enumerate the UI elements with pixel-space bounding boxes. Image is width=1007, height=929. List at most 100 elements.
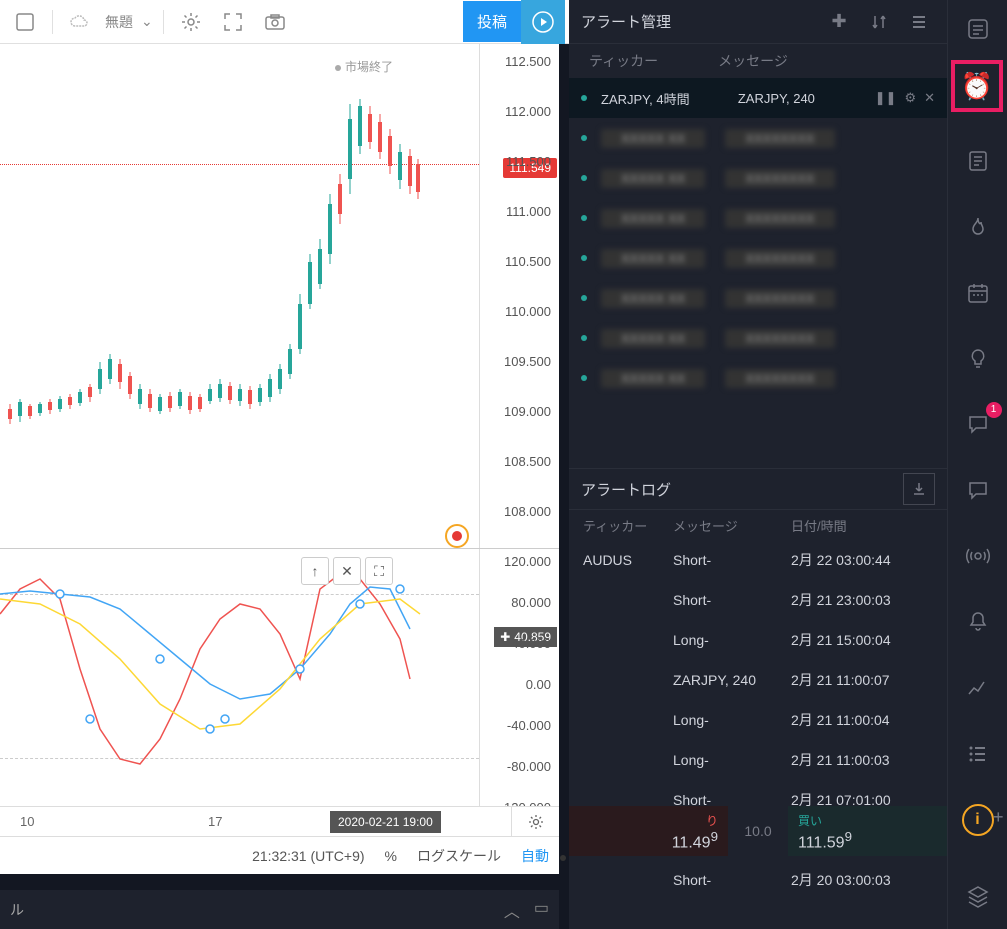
price-chart-area[interactable]: 市場終了 xyxy=(0,44,479,548)
status-dot-icon xyxy=(581,375,587,381)
info-button[interactable]: i+ xyxy=(958,801,998,839)
sell-box[interactable]: り 11.499 xyxy=(569,806,728,856)
alert-row-selected[interactable]: ZARJPY, 4時間 ZARJPY, 240 ❚❚ ⚙ ✕ xyxy=(569,78,947,118)
close-indicator-icon[interactable]: ✕ xyxy=(333,557,361,585)
sell-price: 11.499 xyxy=(579,829,718,852)
spread-box: 10.0 xyxy=(728,806,788,856)
dom-icon[interactable] xyxy=(958,735,998,773)
y-tick: 109.000 xyxy=(504,404,551,419)
alert-row[interactable]: XXXXX XXXXXXXXXX xyxy=(569,278,947,318)
camera-icon[interactable] xyxy=(256,3,294,41)
chat-badge: 1 xyxy=(986,402,1002,418)
chart-toolbar: 無題 ⌄ 投稿 xyxy=(0,0,569,44)
log-col-date: 日付/時間 xyxy=(791,516,933,535)
log-message: Short- xyxy=(673,872,791,888)
cloud-icon[interactable] xyxy=(61,3,99,41)
log-row[interactable]: Long-2月 21 11:00:04 xyxy=(569,700,947,740)
indicator-pane: ↑ ✕ ⛶ ✚ 40.859 120.00080.00040.0000.00-4… xyxy=(0,548,559,806)
log-row[interactable]: Long-2月 21 11:00:03 xyxy=(569,740,947,780)
collapse-up-icon[interactable]: ↑ xyxy=(301,557,329,585)
scroll-handle[interactable] xyxy=(560,855,566,861)
logscale-toggle[interactable]: ログスケール xyxy=(417,846,501,866)
alert-row[interactable]: XXXXX XXXXXXXXXX xyxy=(569,238,947,278)
percent-toggle[interactable]: % xyxy=(385,848,397,864)
price-y-axis[interactable]: 111.549 112.500112.000111.500111.000110.… xyxy=(479,44,559,548)
watchlist-icon[interactable] xyxy=(958,10,998,48)
y-tick: -40.000 xyxy=(507,718,551,733)
log-date: 2月 20 03:00:03 xyxy=(791,870,933,890)
alert-title: アラート管理 xyxy=(581,11,671,32)
indicator-y-axis[interactable]: ✚ 40.859 120.00080.00040.0000.00-40.000-… xyxy=(479,549,559,807)
log-message: Long- xyxy=(673,632,791,648)
strip-label: ル xyxy=(10,900,24,920)
layout-name[interactable]: 無題 xyxy=(105,12,133,32)
time-axis[interactable]: 10 17 2020-02-21 19:00 xyxy=(0,806,559,836)
add-alert-button[interactable]: ✚ xyxy=(823,6,855,38)
window-icon[interactable]: ▭ xyxy=(534,898,549,922)
layout-icon[interactable] xyxy=(6,3,44,41)
calendar-icon[interactable] xyxy=(958,274,998,312)
alarm-icon-highlight[interactable]: ⏰ xyxy=(951,60,1003,112)
log-header: アラートログ xyxy=(569,468,947,510)
notes-icon[interactable] xyxy=(958,142,998,180)
status-dot-icon xyxy=(581,95,587,101)
log-row[interactable]: ZARJPY, 2402月 21 11:00:07 xyxy=(569,660,947,700)
chevron-down-icon[interactable]: ⌄ xyxy=(141,13,153,30)
gear-icon[interactable]: ⚙ xyxy=(904,90,916,106)
price-chart-pane: 市場終了 xyxy=(0,44,559,548)
y-tick: 109.500 xyxy=(504,354,551,369)
log-date: 2月 21 11:00:04 xyxy=(791,710,933,730)
idea-icon[interactable] xyxy=(958,340,998,378)
expand-icon[interactable]: ⛶ xyxy=(365,557,393,585)
log-ticker: AUDUS xyxy=(583,552,673,568)
log-message: Short- xyxy=(673,552,791,568)
list-view-button[interactable] xyxy=(903,6,935,38)
gear-icon[interactable] xyxy=(172,3,210,41)
alert-columns: ティッカー メッセージ xyxy=(569,44,947,78)
log-columns: ティッカー メッセージ 日付/時間 xyxy=(569,510,947,540)
log-message: Short- xyxy=(673,592,791,608)
buy-box[interactable]: 買い 111.599 xyxy=(788,806,947,856)
axis-settings-icon[interactable] xyxy=(511,807,559,837)
bell-icon[interactable] xyxy=(958,603,998,641)
play-button[interactable] xyxy=(521,0,565,44)
download-icon[interactable] xyxy=(903,473,935,505)
layers-icon[interactable] xyxy=(958,877,998,915)
performance-icon[interactable] xyxy=(958,669,998,707)
chevron-up-icon[interactable]: ︿ xyxy=(504,898,520,922)
y-tick: 120.000 xyxy=(504,554,551,569)
alert-row[interactable]: XXXXX XXXXXXXXXX xyxy=(569,198,947,238)
trade-overlay: り 11.499 10.0 買い 111.599 xyxy=(569,806,947,856)
fullscreen-icon[interactable] xyxy=(214,3,252,41)
sort-button[interactable] xyxy=(863,6,895,38)
status-dot-icon xyxy=(581,215,587,221)
log-row[interactable]: Short-2月 21 23:00:03 xyxy=(569,580,947,620)
alert-message: ZARJPY, 240 xyxy=(738,91,875,106)
chat-icon[interactable]: 1 xyxy=(958,406,998,444)
log-date: 2月 21 15:00:04 xyxy=(791,630,933,650)
alert-row[interactable]: XXXXX XXXXXXXXXX xyxy=(569,158,947,198)
alert-row[interactable]: XXXXX XXXXXXXXXX xyxy=(569,118,947,158)
alert-row[interactable]: XXXXX XXXXXXXXXX xyxy=(569,358,947,398)
indicator-area[interactable]: ↑ ✕ ⛶ xyxy=(0,549,479,807)
auto-toggle[interactable]: 自動 xyxy=(521,846,549,866)
x-tick: 10 xyxy=(20,814,34,829)
close-icon[interactable]: ✕ xyxy=(924,90,935,106)
buy-label: 買い xyxy=(798,812,937,829)
right-rail: 1 i+ xyxy=(947,0,1007,929)
pause-icon[interactable]: ❚❚ xyxy=(875,90,897,106)
alert-row[interactable]: XXXXX XXXXXXXXXX xyxy=(569,318,947,358)
y-tick: 108.000 xyxy=(504,504,551,519)
col-message: メッセージ xyxy=(718,51,788,71)
log-row[interactable]: Short-2月 20 03:00:03 xyxy=(569,860,947,900)
y-tick: 110.500 xyxy=(505,254,551,269)
publish-button[interactable]: 投稿 xyxy=(463,1,521,42)
log-date: 2月 21 11:00:03 xyxy=(791,750,933,770)
alarm-clock-icon[interactable]: ⏰ xyxy=(961,71,993,102)
log-row[interactable]: Long-2月 21 15:00:04 xyxy=(569,620,947,660)
log-row[interactable]: AUDUSShort-2月 22 03:00:44 xyxy=(569,540,947,580)
hotlist-icon[interactable] xyxy=(958,208,998,246)
private-chat-icon[interactable] xyxy=(958,471,998,509)
y-tick: 112.000 xyxy=(505,104,551,119)
stream-icon[interactable] xyxy=(958,537,998,575)
